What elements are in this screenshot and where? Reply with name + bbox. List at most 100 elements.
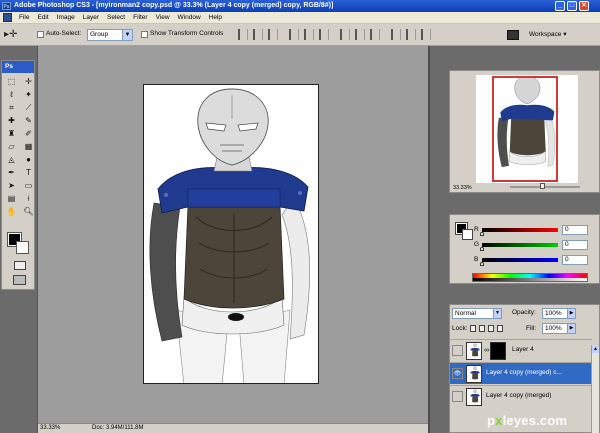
navigator-zoom-level[interactable]: 33.33%: [453, 185, 472, 191]
align-vcenter-icon[interactable]: [253, 29, 263, 40]
chevron-right-icon: ▶: [567, 324, 575, 333]
magic-wand-tool-icon[interactable]: ✦: [22, 89, 35, 100]
workspace-icon[interactable]: [507, 30, 519, 40]
distribute-top-icon[interactable]: [340, 29, 350, 40]
color-channel-value[interactable]: 0: [562, 255, 588, 265]
distribute-bottom-icon[interactable]: [370, 29, 380, 40]
document-zoom-level[interactable]: 33.33%: [40, 424, 60, 433]
notes-tool-icon[interactable]: ▤: [5, 193, 18, 204]
eraser-tool-icon[interactable]: ▱: [5, 141, 18, 152]
blend-mode-dropdown[interactable]: Normal ▼: [452, 308, 502, 319]
slice-tool-icon[interactable]: ⟋: [22, 102, 35, 113]
background-color-swatch[interactable]: [16, 241, 29, 254]
layer-mask-thumbnail[interactable]: [490, 342, 506, 360]
align-bottom-icon[interactable]: [268, 29, 278, 40]
link-icon[interactable]: ∞: [484, 347, 489, 354]
minimize-button[interactable]: _: [555, 1, 565, 11]
color-slider-handle[interactable]: [480, 262, 484, 266]
align-hcenter-icon[interactable]: [304, 29, 314, 40]
layer-row[interactable]: ∞ Layer 4: [450, 339, 592, 361]
eye-icon[interactable]: [452, 391, 463, 402]
align-right-icon[interactable]: [319, 29, 329, 40]
align-left-icon[interactable]: [289, 29, 299, 40]
document-icon[interactable]: [3, 13, 12, 22]
menu-image[interactable]: Image: [53, 14, 79, 21]
opacity-field[interactable]: 100% ▶: [542, 308, 576, 319]
navigator-view-box[interactable]: [492, 76, 558, 182]
close-button[interactable]: ✕: [579, 1, 589, 11]
workspace-button[interactable]: Workspace ▾: [526, 29, 569, 41]
color-channel-slider[interactable]: [482, 243, 558, 247]
move-tool-icon[interactable]: ▸✛: [4, 28, 30, 42]
auto-select-checkbox[interactable]: [37, 31, 44, 38]
menu-window[interactable]: Window: [174, 14, 205, 21]
clone-stamp-tool-icon[interactable]: ♜: [5, 128, 18, 139]
shape-tool-icon[interactable]: ▭: [22, 180, 35, 191]
layer-row[interactable]: 👁︎ Layer 4 copy (merged) c...: [450, 362, 592, 384]
lasso-tool-icon[interactable]: ℓ: [5, 89, 18, 100]
scroll-up-icon[interactable]: ▲: [592, 345, 599, 353]
align-top-icon[interactable]: [238, 29, 248, 40]
eyedropper-tool-icon[interactable]: ⟊: [22, 193, 35, 204]
color-background-swatch[interactable]: [462, 229, 473, 240]
auto-select-dropdown[interactable]: Group ▼: [87, 29, 133, 41]
hand-tool-icon[interactable]: ✋: [5, 206, 18, 217]
distribute-right-icon[interactable]: [421, 29, 431, 40]
navigator-zoom-slider[interactable]: [510, 183, 580, 189]
color-channel-value[interactable]: 0: [562, 240, 588, 250]
document-size[interactable]: Doc: 3.94M/111.8M: [92, 424, 143, 433]
blur-tool-icon[interactable]: ◬: [5, 154, 18, 165]
eye-icon[interactable]: 👁︎: [452, 368, 463, 379]
menu-file[interactable]: File: [15, 14, 33, 21]
marquee-tool-icon[interactable]: ⬚: [5, 76, 18, 87]
path-selection-tool-icon[interactable]: ➤: [5, 180, 18, 191]
window-title: Adobe Photoshop CS3 - [myironman2 copy.p…: [14, 2, 334, 9]
zoom-tool-icon[interactable]: 🔍︎: [22, 206, 35, 217]
screen-mode-icon[interactable]: [13, 275, 26, 285]
show-transform-checkbox[interactable]: [141, 31, 148, 38]
dodge-tool-icon[interactable]: ●: [22, 154, 35, 165]
color-channel-slider[interactable]: [482, 228, 558, 232]
color-spectrum-bar[interactable]: [472, 273, 588, 282]
tools-grid: ⬚ ✛ ℓ ✦ ⌗ ⟋ ✚ ✎ ♜ ✐ ▱ ▦ ◬ ● ✒ T ➤ ▭ ▤ ⟊ ✋ 🔍︎: [2, 73, 34, 217]
watermark-logo: pxleyes.com: [487, 413, 567, 428]
color-slider-handle[interactable]: [480, 232, 484, 236]
distribute-hcenter-icon[interactable]: [406, 29, 416, 40]
fill-field[interactable]: 100% ▶: [542, 323, 576, 334]
lock-label: Lock:: [452, 325, 468, 332]
navigator-slider-handle[interactable]: [540, 183, 545, 189]
distribute-vcenter-icon[interactable]: [355, 29, 365, 40]
menu-layer[interactable]: Layer: [79, 14, 103, 21]
color-slider-handle[interactable]: [480, 247, 484, 251]
color-channel-value[interactable]: 0: [562, 225, 588, 235]
quick-mask-icon[interactable]: [14, 261, 26, 270]
maximize-button[interactable]: □: [567, 1, 577, 11]
color-channel-slider[interactable]: [482, 258, 558, 262]
layer-row[interactable]: Layer 4 copy (merged): [450, 385, 592, 407]
lock-all-icon[interactable]: [497, 325, 503, 332]
layer-thumbnail: [466, 342, 482, 360]
history-brush-tool-icon[interactable]: ✐: [22, 128, 35, 139]
gradient-tool-icon[interactable]: ▦: [22, 141, 35, 152]
menu-filter[interactable]: Filter: [129, 14, 151, 21]
toolbox-header: Ps: [2, 61, 34, 73]
color-channel-label: B: [474, 256, 479, 263]
document-canvas[interactable]: [143, 84, 319, 384]
brush-tool-icon[interactable]: ✎: [22, 115, 35, 126]
distribute-left-icon[interactable]: [391, 29, 401, 40]
lock-position-icon[interactable]: [488, 325, 494, 332]
menu-edit[interactable]: Edit: [33, 14, 52, 21]
crop-tool-icon[interactable]: ⌗: [5, 102, 18, 113]
layers-scrollbar[interactable]: ▲: [591, 345, 599, 433]
lock-image-icon[interactable]: [479, 325, 485, 332]
menu-select[interactable]: Select: [103, 14, 129, 21]
lock-transparency-icon[interactable]: [470, 325, 476, 332]
menu-help[interactable]: Help: [205, 14, 226, 21]
layer-name: Layer 4: [512, 346, 534, 353]
type-tool-icon[interactable]: T: [22, 167, 35, 178]
move-tool-icon[interactable]: ✛: [22, 76, 35, 87]
eye-icon[interactable]: [452, 345, 463, 356]
menu-view[interactable]: View: [152, 14, 174, 21]
pen-tool-icon[interactable]: ✒: [5, 167, 18, 178]
healing-brush-tool-icon[interactable]: ✚: [5, 115, 18, 126]
